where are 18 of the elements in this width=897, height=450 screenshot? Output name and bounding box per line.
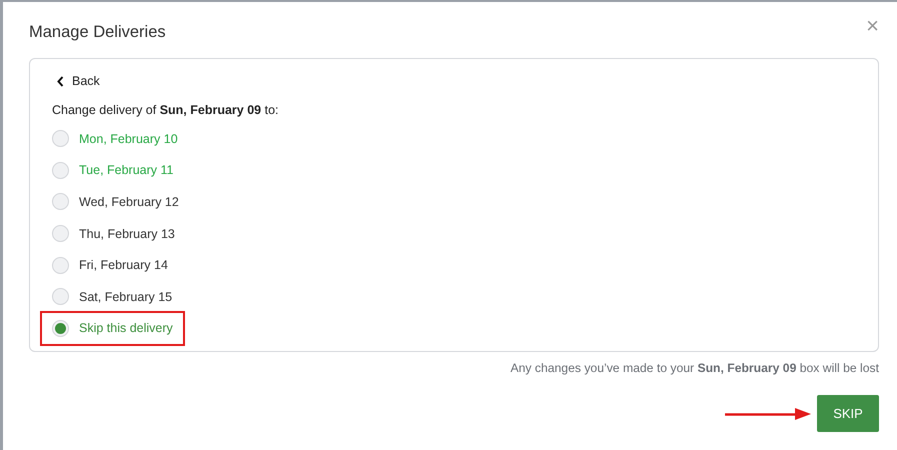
skip-button[interactable]: SKIP — [817, 395, 879, 432]
chevron-left-icon — [57, 76, 64, 86]
radio-button[interactable] — [52, 162, 69, 179]
radio-button[interactable] — [52, 193, 69, 210]
dialog-title: Manage Deliveries — [29, 22, 166, 42]
option-label[interactable]: Thu, February 13 — [79, 226, 175, 241]
radio-button[interactable] — [52, 130, 69, 148]
warning-note: Any changes you’ve made to your Sun, February 09 box will be lost — [509, 361, 879, 375]
radio-button[interactable] — [52, 225, 69, 242]
radio-button[interactable] — [52, 288, 69, 306]
back-button[interactable]: Back — [57, 71, 100, 91]
radio-button[interactable] — [52, 256, 69, 274]
option-label[interactable]: Fri, February 14 — [79, 258, 168, 272]
option-label[interactable]: Skip this delivery — [79, 321, 173, 336]
option-label[interactable]: Sat, February 15 — [79, 290, 172, 304]
radio-button[interactable] — [52, 320, 69, 337]
change-delivery-prompt: Change delivery of Sun, February 09 to: — [52, 103, 280, 117]
option-label[interactable]: Wed, February 12 — [79, 194, 179, 209]
